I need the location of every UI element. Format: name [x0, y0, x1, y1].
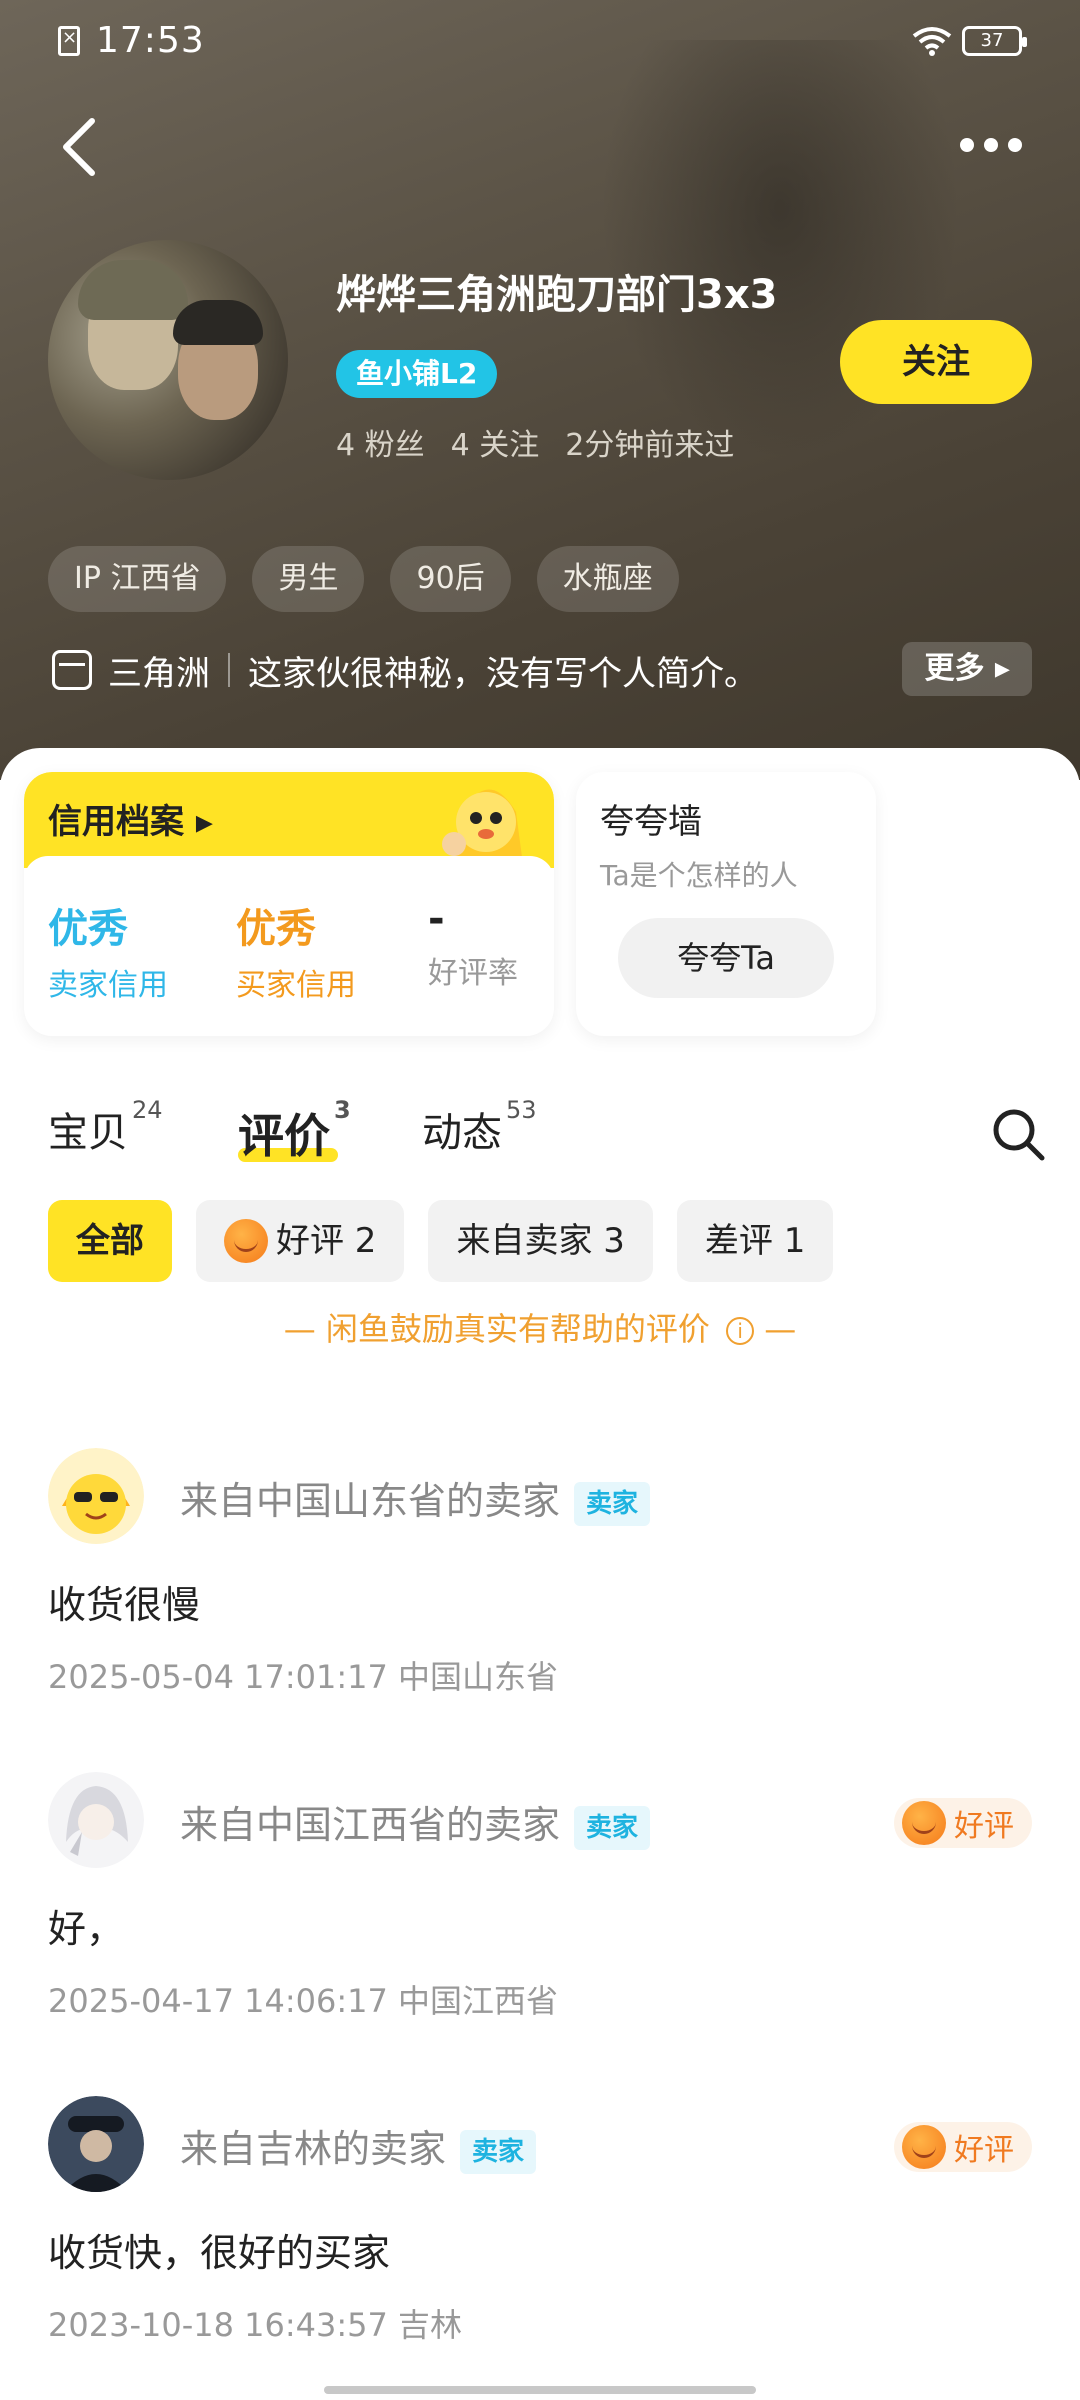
credit-title: 信用档案 ▸	[48, 802, 213, 842]
search-icon[interactable]	[990, 1106, 1046, 1162]
positive-rate: - 好评率	[428, 896, 518, 992]
positive-rating-badge: 好评	[894, 2122, 1032, 2172]
filter-positive-label: 好评 2	[276, 1221, 377, 1261]
praise-button[interactable]: 夸夸Ta	[618, 918, 834, 998]
rating-label: 好评	[954, 2133, 1014, 2168]
smile-icon	[902, 2125, 946, 2169]
intro-game: 三角洲	[108, 653, 210, 694]
following-count[interactable]: 4 关注	[451, 420, 540, 464]
tab-reviews-label: 评价	[238, 1109, 330, 1163]
tag-zodiac: 水瓶座	[536, 546, 679, 612]
review-avatar[interactable]	[48, 1448, 144, 1544]
tab-reviews-count: 3	[334, 1096, 351, 1124]
sim-off-icon	[58, 26, 80, 56]
seller-role-badge: 卖家	[460, 2129, 537, 2174]
review-item: 来自中国江西省的卖家 卖家 好评 好， 2025-04-17 14:06:17 中…	[0, 1772, 1080, 2072]
notice-tail: —	[764, 1310, 797, 1348]
rating-label: 好评	[954, 1809, 1014, 1844]
profile-tabs: 宝贝 24 评价 3 动态 53	[48, 1096, 1048, 1180]
profile-tags: IP 江西省 男生 90后 水瓶座	[48, 546, 679, 612]
review-meta: 2025-04-17 14:06:17 中国江西省	[48, 1982, 559, 2020]
back-icon[interactable]	[56, 115, 100, 179]
battery-icon: 37	[962, 26, 1027, 56]
store-icon	[52, 650, 92, 690]
follow-button[interactable]: 关注	[840, 320, 1032, 404]
review-text: 好，	[48, 1907, 125, 1951]
shop-level-badge[interactable]: 鱼小铺L2	[336, 350, 498, 398]
review-source: 来自中国山东省的卖家 卖家	[180, 1470, 651, 1526]
profile-stats: 4 粉丝 4 关注 2分钟前来过	[336, 420, 734, 464]
profile-intro: 三角洲 这家伙很神秘，没有写个人简介。 更多 ▸	[52, 640, 1032, 700]
review-meta: 2023-10-18 16:43:57 吉林	[48, 2306, 463, 2344]
filter-negative[interactable]: 差评 1	[676, 1200, 834, 1282]
credit-card[interactable]: 信用档案 ▸ 优秀 卖家信用 优秀 买家信用 - 好评率	[24, 772, 554, 1036]
intro-more-button[interactable]: 更多 ▸	[902, 642, 1032, 696]
smile-icon	[224, 1219, 268, 1263]
tab-feed[interactable]: 动态 53	[422, 1096, 537, 1158]
review-avatar[interactable]	[48, 1772, 144, 1868]
filter-positive[interactable]: 好评 2	[196, 1200, 405, 1282]
tag-age: 90后	[390, 546, 511, 612]
review-filters: 全部 好评 2 来自卖家 3 差评 1	[48, 1200, 834, 1282]
review-avatar[interactable]	[48, 2096, 144, 2192]
review-source-text: 来自吉林的卖家	[180, 2127, 447, 2171]
seller-role-badge: 卖家	[574, 1805, 651, 1850]
seller-credit: 优秀 卖家信用	[48, 896, 168, 1004]
avatar[interactable]	[48, 240, 288, 480]
review-source: 来自吉林的卖家 卖家	[180, 2118, 537, 2174]
seller-credit-label: 卖家信用	[48, 968, 168, 1003]
review-source-text: 来自中国山东省的卖家	[180, 1479, 561, 1523]
more-options-icon[interactable]	[960, 130, 1030, 160]
praise-subtitle: Ta是个怎样的人	[600, 859, 798, 892]
tab-reviews[interactable]: 评价 3	[238, 1096, 351, 1166]
status-bar: 17:53 37	[0, 0, 1080, 84]
tag-ip: IP 江西省	[48, 546, 227, 612]
positive-rate-value: -	[428, 896, 445, 942]
intro-more-label: 更多	[924, 651, 985, 686]
tab-items-count: 24	[132, 1096, 163, 1124]
review-source-text: 来自中国江西省的卖家	[180, 1803, 561, 1847]
review-text: 收货快，很好的买家	[48, 2231, 391, 2275]
seller-role-badge: 卖家	[574, 1481, 651, 1526]
filter-all[interactable]: 全部	[48, 1200, 172, 1282]
home-indicator[interactable]	[324, 2386, 756, 2394]
username: 烨烨三角洲跑刀部门3x3	[336, 272, 778, 318]
review-item: 来自中国山东省的卖家 卖家 收货很慢 2025-05-04 17:01:17 中国…	[0, 1448, 1080, 1748]
review-source: 来自中国江西省的卖家 卖家	[180, 1794, 651, 1850]
filter-from-seller[interactable]: 来自卖家 3	[428, 1200, 653, 1282]
wifi-icon	[912, 27, 952, 56]
divider	[228, 653, 230, 687]
review-item: 来自吉林的卖家 卖家 好评 收货快，很好的买家 2023-10-18 16:43:…	[0, 2096, 1080, 2396]
buyer-credit-label: 买家信用	[236, 968, 356, 1003]
profile-content: 信用档案 ▸ 优秀 卖家信用 优秀 买家信用 - 好评率 夸夸墙 Ta是个怎样的…	[0, 748, 1080, 2400]
buyer-credit-value: 优秀	[236, 906, 316, 952]
last-seen: 2分钟前来过	[565, 428, 735, 463]
review-notice[interactable]: — 闲鱼鼓励真实有帮助的评价 i —	[0, 1304, 1080, 1350]
tag-gender: 男生	[252, 546, 365, 612]
tab-feed-count: 53	[506, 1096, 537, 1124]
positive-rate-label: 好评率	[428, 956, 518, 991]
seller-credit-value: 优秀	[48, 906, 128, 952]
positive-rating-badge: 好评	[894, 1798, 1032, 1848]
tab-feed-label: 动态	[422, 1110, 502, 1156]
praise-wall-card: 夸夸墙 Ta是个怎样的人 夸夸Ta	[576, 772, 876, 1036]
smile-icon	[902, 1801, 946, 1845]
praise-title: 夸夸墙	[600, 802, 702, 842]
tab-items[interactable]: 宝贝 24	[48, 1096, 163, 1158]
review-text: 收货很慢	[48, 1583, 201, 1627]
buyer-credit: 优秀 买家信用	[236, 896, 356, 1004]
fans-count[interactable]: 4 粉丝	[336, 420, 425, 464]
tab-items-label: 宝贝	[48, 1110, 128, 1156]
credit-body: 优秀 卖家信用 优秀 买家信用 - 好评率	[24, 856, 554, 1036]
intro-text: 这家伙很神秘，没有写个人简介。	[248, 653, 758, 694]
review-meta: 2025-05-04 17:01:17 中国山东省	[48, 1658, 559, 1696]
info-icon: i	[726, 1317, 755, 1345]
notice-text: — 闲鱼鼓励真实有帮助的评价	[283, 1310, 710, 1348]
status-time: 17:53	[96, 20, 205, 61]
